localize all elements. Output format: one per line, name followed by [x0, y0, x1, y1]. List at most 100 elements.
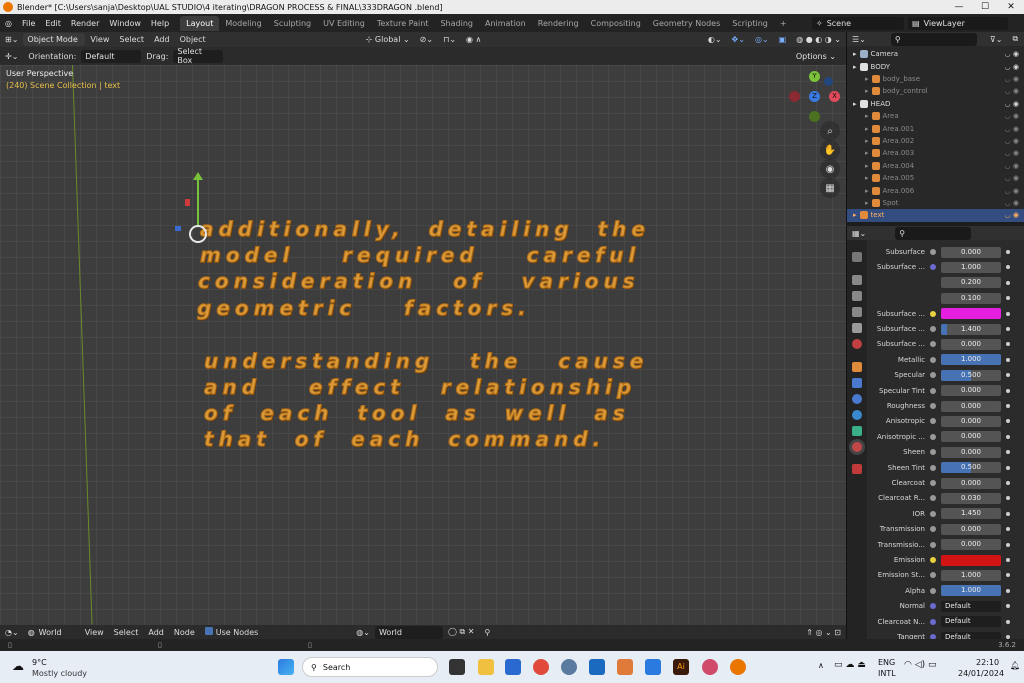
property-value-field[interactable]: 0.000	[941, 338, 1001, 350]
notifications-icon[interactable]: 🔔︎	[1010, 661, 1020, 670]
keyframe-dot-icon[interactable]	[1006, 250, 1010, 254]
scene-tab-icon[interactable]	[852, 323, 862, 333]
shading-modes-icon[interactable]: ◍ ● ◐ ◑ ⌄	[791, 35, 846, 44]
socket-icon[interactable]	[930, 341, 936, 348]
outliner-row[interactable]: ▸ Area.004 ◡ ◉	[847, 160, 1024, 172]
outliner-row[interactable]: ▸ Area.003 ◡ ◉	[847, 147, 1024, 159]
tool-tab-icon[interactable]	[852, 252, 862, 262]
chrome-profile-icon[interactable]	[702, 659, 718, 675]
expand-arrow-icon[interactable]: ▸	[853, 211, 857, 219]
expand-arrow-icon[interactable]: ▸	[865, 87, 869, 95]
clock-time[interactable]: 22:10	[976, 658, 999, 667]
expand-arrow-icon[interactable]: ▸	[853, 50, 857, 58]
keyframe-dot-icon[interactable]	[1006, 450, 1010, 455]
visibility-toggle-icon[interactable]: ◡ ◉	[1005, 75, 1019, 83]
data-tab-icon[interactable]	[852, 426, 862, 436]
menu-help[interactable]: Help	[146, 19, 174, 28]
tray-icons[interactable]: ▭ ☁ ⏏	[834, 660, 866, 670]
nav-gizmo-z-icon[interactable]: Z	[809, 91, 820, 102]
network-volume-battery-icons[interactable]: ◠ ◁) ▭	[904, 660, 937, 670]
xray-toggle-icon[interactable]: ▣	[774, 35, 792, 44]
property-value-field[interactable]: 1.400	[941, 323, 1001, 335]
expand-arrow-icon[interactable]: ▸	[853, 100, 857, 108]
outliner-search-input[interactable]: ⚲	[890, 32, 977, 46]
keyframe-dot-icon[interactable]	[1006, 481, 1010, 485]
add-menu[interactable]: Add	[149, 35, 175, 44]
tab-sculpting[interactable]: Sculpting	[268, 16, 317, 31]
language-code[interactable]: ENG	[878, 658, 895, 667]
property-value-field[interactable]: 0.000	[941, 477, 1001, 489]
gizmo-z-arrow-head[interactable]	[193, 172, 203, 180]
keyframe-dot-icon[interactable]	[1006, 619, 1010, 624]
texture-tab-icon[interactable]	[852, 464, 862, 474]
socket-icon[interactable]	[930, 310, 936, 317]
outliner-row[interactable]: ▸ text ◡ ◉	[847, 209, 1024, 222]
file-explorer-icon[interactable]	[478, 659, 494, 675]
keyframe-dot-icon[interactable]	[1006, 373, 1010, 378]
camera-view-icon[interactable]: ◉	[820, 159, 840, 179]
tab-rendering[interactable]: Rendering	[532, 16, 585, 31]
socket-icon[interactable]	[930, 510, 936, 517]
socket-icon[interactable]	[930, 356, 936, 363]
visibility-toggle-icon[interactable]: ◡ ◉	[1005, 199, 1019, 207]
node-view-menu[interactable]: View	[80, 628, 109, 637]
expand-arrow-icon[interactable]: ▸	[865, 174, 869, 182]
options-dropdown[interactable]: Options ⌄	[791, 49, 840, 63]
language-layout[interactable]: INTL	[878, 669, 896, 678]
filter-icon[interactable]: ⊽⌄	[985, 35, 1008, 44]
keyframe-dot-icon[interactable]	[1006, 558, 1010, 562]
socket-icon[interactable]	[930, 403, 936, 409]
keyframe-dot-icon[interactable]	[1006, 511, 1010, 516]
outliner-row[interactable]: ▸ Spot ◡ ◉	[847, 197, 1024, 209]
socket-icon[interactable]	[930, 433, 936, 440]
tab-uv-editing[interactable]: UV Editing	[317, 16, 371, 31]
keyframe-dot-icon[interactable]	[1006, 296, 1010, 301]
expand-arrow-icon[interactable]: ▸	[865, 75, 869, 83]
keyframe-dot-icon[interactable]	[1006, 527, 1010, 532]
keyframe-dot-icon[interactable]	[1006, 311, 1010, 316]
tab-geometry-nodes[interactable]: Geometry Nodes	[647, 16, 726, 31]
property-value-field[interactable]: 1.000	[941, 354, 1001, 366]
visibility-toggle-icon[interactable]: ◡ ◉	[1005, 112, 1019, 120]
color-swatch[interactable]	[941, 554, 1001, 566]
visibility-toggle-icon[interactable]: ◡ ◉	[1005, 63, 1019, 71]
grid-projection-icon[interactable]: ▦	[820, 178, 840, 198]
visibility-toggle-icon[interactable]: ◡ ◉	[1005, 50, 1019, 58]
property-value-field[interactable]: 0.000	[941, 385, 1001, 397]
outliner-row[interactable]: ▸ Area.005 ◡ ◉	[847, 172, 1024, 184]
property-value-field[interactable]: 0.000	[941, 431, 1001, 443]
property-value-field[interactable]: 0.030	[941, 492, 1001, 504]
keyframe-dot-icon[interactable]	[1006, 465, 1010, 470]
output-tab-icon[interactable]	[852, 291, 862, 301]
socket-icon[interactable]	[930, 572, 936, 579]
node-add-menu[interactable]: Add	[143, 628, 169, 637]
view-layer-tab-icon[interactable]	[852, 307, 862, 317]
property-value-field[interactable]: 1.450	[941, 508, 1001, 520]
tab-layout[interactable]: Layout	[180, 15, 220, 31]
text-object-line-2[interactable]: model required careful	[199, 243, 640, 268]
task-view-icon[interactable]	[449, 659, 465, 675]
socket-icon[interactable]	[930, 541, 936, 548]
visibility-toggle-icon[interactable]: ◡ ◉	[1005, 125, 1019, 133]
pan-hand-icon[interactable]: ✋	[820, 140, 840, 160]
keyframe-dot-icon[interactable]	[1006, 265, 1010, 270]
add-workspace-button[interactable]: +	[774, 16, 793, 31]
property-value-field[interactable]: 0.000	[941, 415, 1001, 427]
physics-tab-icon[interactable]	[852, 410, 862, 420]
visibility-toggle-icon[interactable]: ◡ ◉	[1005, 137, 1019, 145]
gizmo-x-handle[interactable]	[185, 199, 190, 206]
store-icon[interactable]	[505, 659, 521, 675]
gizmo-origin-circle[interactable]	[189, 225, 207, 243]
transform-tool-icon[interactable]: ✛⌄	[0, 52, 23, 61]
object-menu[interactable]: Object	[175, 35, 211, 44]
color-swatch[interactable]	[941, 308, 1001, 320]
app-icon-orange[interactable]	[617, 659, 633, 675]
pin-icon[interactable]: ⚲	[479, 628, 495, 637]
socket-icon[interactable]	[930, 249, 936, 255]
use-nodes-checkbox[interactable]: Use Nodes	[200, 627, 264, 637]
keyframe-dot-icon[interactable]	[1006, 604, 1010, 609]
blender-menu-icon[interactable]: ◎	[0, 19, 17, 28]
visibility-toggle-icon[interactable]: ◡ ◉	[1005, 149, 1019, 157]
outliner-row[interactable]: ▸ Camera ◡ ◉	[847, 48, 1024, 60]
properties-search-input[interactable]: ⚲	[895, 226, 972, 240]
